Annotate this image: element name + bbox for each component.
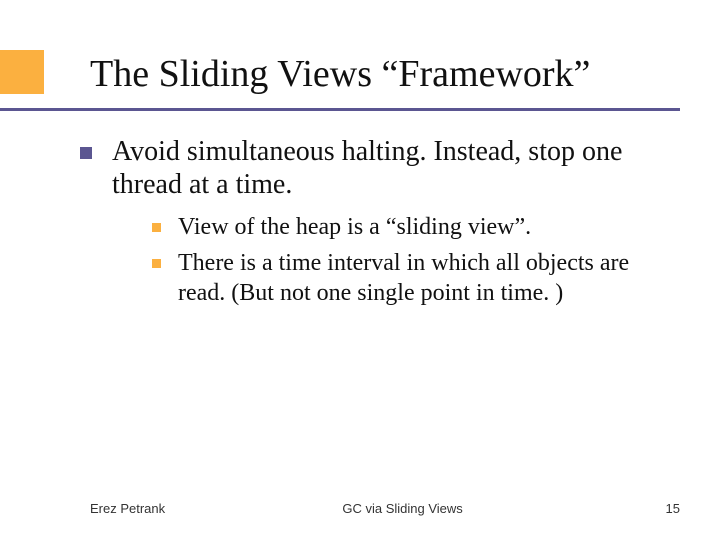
footer-page-number: 15 xyxy=(640,501,680,516)
list-item: There is a time interval in which all ob… xyxy=(152,248,670,308)
bullet-text: Avoid simultaneous halting. Instead, sto… xyxy=(112,136,622,201)
bullet-list-level1: Avoid simultaneous halting. Instead, sto… xyxy=(80,135,670,308)
title-underline xyxy=(0,108,680,111)
footer: Erez Petrank GC via Sliding Views 15 xyxy=(0,501,720,516)
slide: The Sliding Views “Framework” Avoid simu… xyxy=(0,0,720,540)
slide-title: The Sliding Views “Framework” xyxy=(90,55,680,95)
bullet-list-level2: View of the heap is a “sliding view”. Th… xyxy=(112,212,670,308)
footer-author: Erez Petrank xyxy=(90,501,165,516)
footer-title: GC via Sliding Views xyxy=(165,501,640,516)
content-area: Avoid simultaneous halting. Instead, sto… xyxy=(0,105,720,308)
title-block: The Sliding Views “Framework” xyxy=(0,0,720,105)
list-item: Avoid simultaneous halting. Instead, sto… xyxy=(80,135,670,308)
list-item: View of the heap is a “sliding view”. xyxy=(152,212,670,242)
bullet-text: There is a time interval in which all ob… xyxy=(178,250,629,306)
bullet-text: View of the heap is a “sliding view”. xyxy=(178,214,531,240)
